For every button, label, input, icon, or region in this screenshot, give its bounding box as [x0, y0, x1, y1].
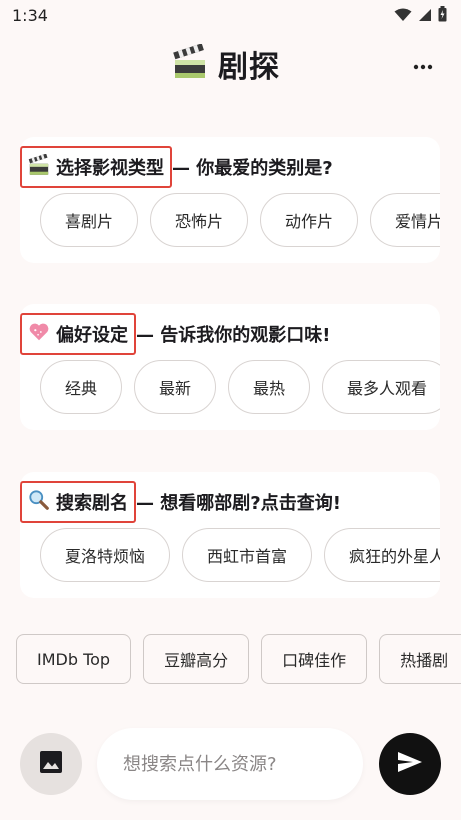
preference-chip[interactable]: 最新: [134, 360, 217, 414]
search-title-heading-suffix: — 想看哪部剧?点击查询!: [136, 493, 341, 514]
preference-heading: 偏好设定 — 告诉我你的观影口味!: [20, 313, 331, 355]
search-title-badge-label: 搜索剧名: [56, 493, 128, 514]
title-chip[interactable]: 西虹市首富: [182, 528, 313, 582]
search-title-card: 搜索剧名 — 想看哪部剧?点击查询! 夏洛特烦恼 西虹市首富 疯狂的外星人: [20, 472, 440, 598]
page-title: 剧探: [218, 50, 280, 85]
more-options-button[interactable]: [409, 50, 437, 78]
app-header: 剧探: [0, 36, 461, 100]
quick-filter-chip[interactable]: 口碑佳作: [261, 634, 368, 684]
preference-heading-suffix: — 告诉我你的观影口味!: [136, 325, 331, 346]
genre-chip[interactable]: 动作片: [260, 193, 359, 247]
status-bar: 1:34: [0, 0, 461, 32]
genre-chip[interactable]: 爱情片: [370, 193, 440, 247]
preference-card: 偏好设定 — 告诉我你的观影口味! 经典 最新 最热 最多人观看: [20, 304, 440, 430]
genre-badge: 选择影视类型: [20, 146, 172, 188]
genre-chip[interactable]: 喜剧片: [40, 193, 139, 247]
genre-badge-label: 选择影视类型: [56, 158, 164, 179]
preference-badge-label: 偏好设定: [56, 325, 128, 346]
battery-icon: [438, 6, 447, 26]
sparkling-heart-icon: [28, 321, 50, 348]
preference-chip[interactable]: 经典: [40, 360, 123, 414]
clapperboard-icon: [172, 43, 208, 84]
preference-chip[interactable]: 最热: [228, 360, 311, 414]
send-icon: [397, 751, 423, 777]
preference-chip-row: 经典 最新 最热 最多人观看: [40, 360, 440, 414]
genre-chip-row: 喜剧片 恐怖片 动作片 爱情片: [40, 193, 440, 247]
preference-chip[interactable]: 最多人观看: [322, 360, 440, 414]
search-title-badge: 搜索剧名: [20, 481, 136, 523]
quick-filter-chip[interactable]: IMDb Top: [16, 634, 132, 684]
genre-chip[interactable]: 恐怖片: [150, 193, 249, 247]
genre-heading-suffix: — 你最爱的类别是?: [172, 158, 333, 179]
image-icon: [39, 750, 63, 778]
attach-image-button[interactable]: [20, 733, 82, 795]
send-button[interactable]: [379, 733, 441, 795]
quick-filter-row: IMDb Top 豆瓣高分 口碑佳作 热播剧: [16, 634, 461, 684]
genre-card: 选择影视类型 — 你最爱的类别是? 喜剧片 恐怖片 动作片 爱情片: [20, 137, 440, 263]
search-input[interactable]: [97, 728, 363, 800]
quick-filter-chip[interactable]: 热播剧: [379, 634, 461, 684]
quick-filter-chip[interactable]: 豆瓣高分: [143, 634, 250, 684]
app-title: 剧探: [172, 42, 280, 86]
clapperboard-icon: [28, 153, 50, 181]
genre-heading: 选择影视类型 — 你最爱的类别是?: [20, 146, 333, 188]
status-time: 1:34: [12, 6, 48, 25]
signal-icon: [418, 7, 432, 26]
search-title-heading: 搜索剧名 — 想看哪部剧?点击查询!: [20, 481, 341, 523]
magnifier-icon: [28, 489, 50, 516]
title-chip-row: 夏洛特烦恼 西虹市首富 疯狂的外星人: [40, 528, 440, 582]
more-dots-icon: [413, 55, 433, 74]
preference-badge: 偏好设定: [20, 313, 136, 355]
title-chip[interactable]: 夏洛特烦恼: [40, 528, 171, 582]
wifi-icon: [394, 7, 412, 26]
status-icons: [394, 6, 447, 26]
title-chip[interactable]: 疯狂的外星人: [324, 528, 440, 582]
